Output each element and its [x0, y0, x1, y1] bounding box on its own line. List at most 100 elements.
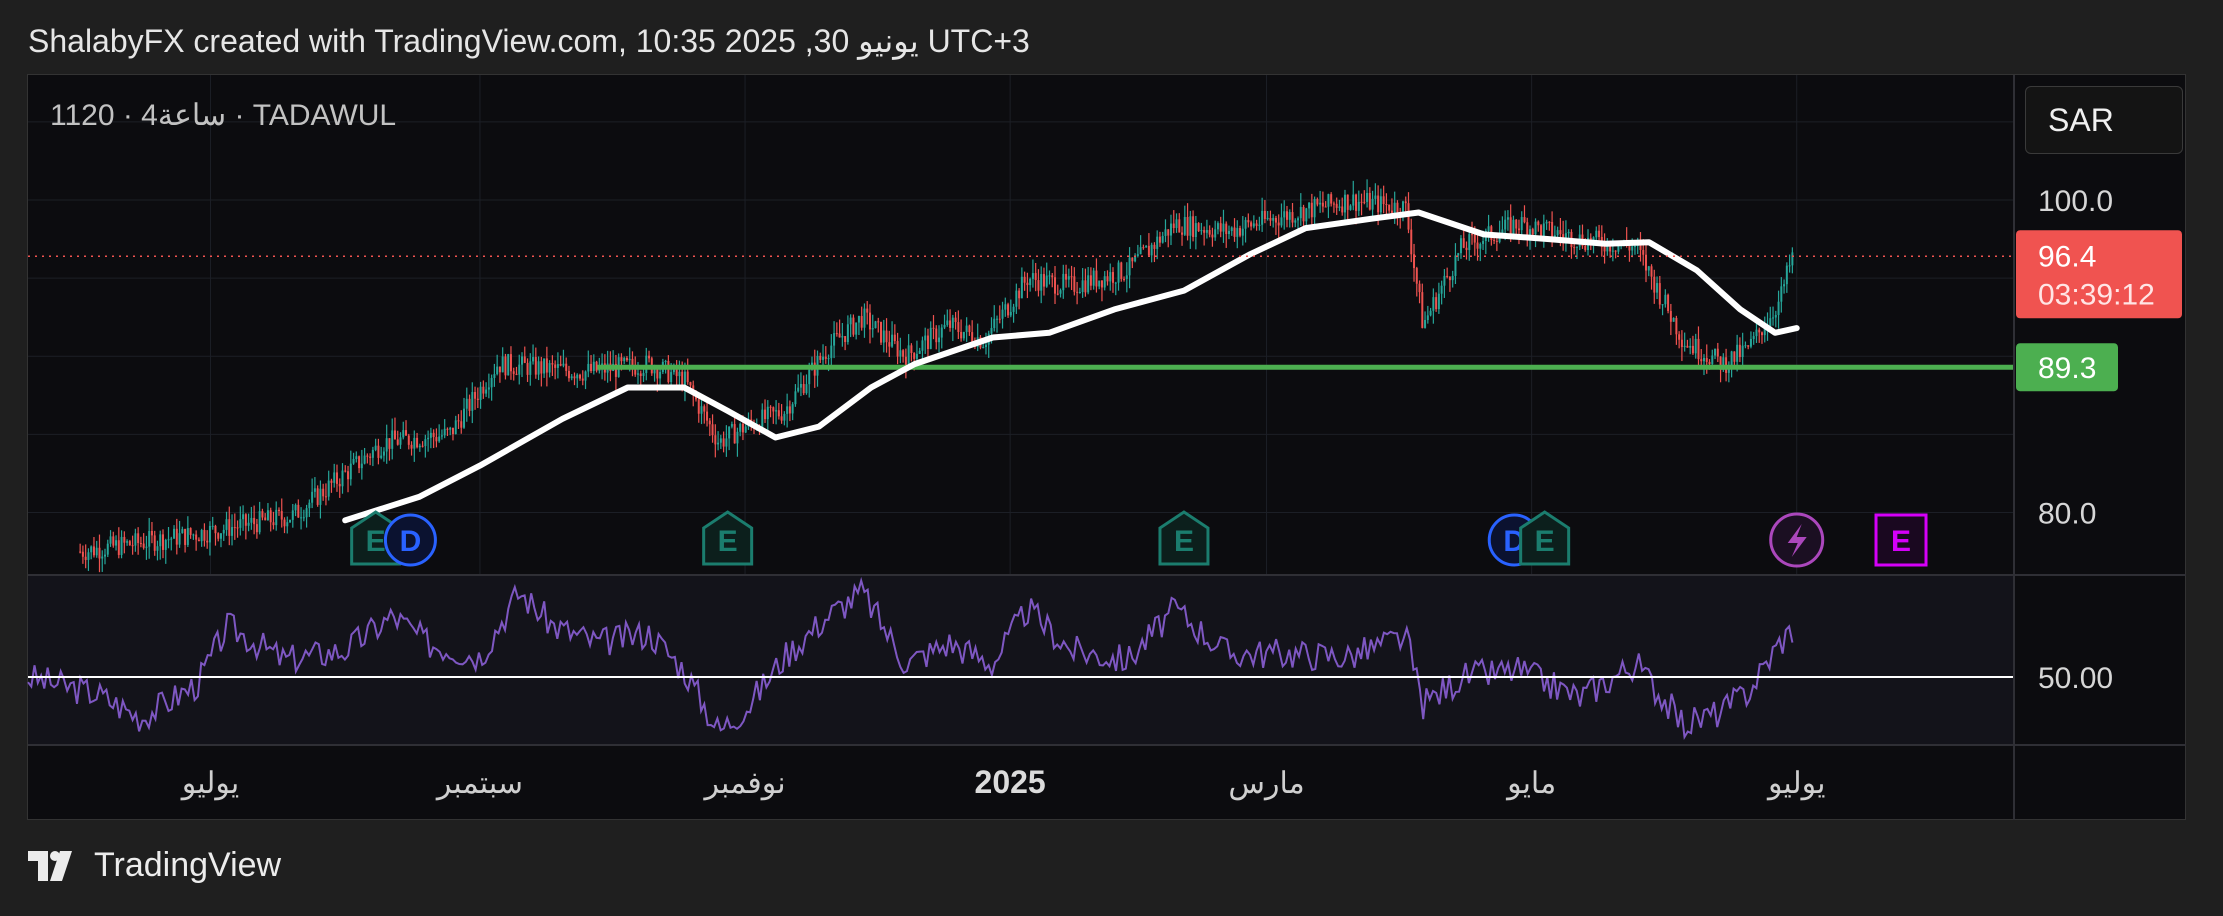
candle-body — [656, 368, 659, 379]
candle-body — [1178, 219, 1181, 233]
candle-body — [449, 427, 452, 430]
currency-selector[interactable]: SAR — [2025, 86, 2183, 154]
candle-body — [896, 341, 899, 357]
event-marker-d: D — [383, 513, 437, 567]
candle-body — [1261, 210, 1264, 225]
candle-body — [556, 364, 559, 368]
candle-body — [515, 373, 518, 375]
candle-body — [534, 357, 537, 375]
candle-body — [1708, 361, 1711, 365]
candle-body — [1214, 229, 1217, 238]
candle-body — [791, 404, 794, 414]
x-tick-label: 2025 — [975, 764, 1046, 800]
candle-body — [866, 308, 869, 313]
candle-body — [576, 374, 579, 379]
candle-body — [819, 355, 822, 360]
y-tick-label: 100.0 — [2038, 185, 2113, 218]
candle-body — [275, 509, 278, 526]
candle-body — [838, 333, 841, 338]
candle-body — [1316, 199, 1319, 205]
candle-body — [1426, 315, 1429, 321]
candle-body — [1233, 227, 1236, 237]
x-tick-label: يوليو — [180, 767, 240, 801]
candle-body — [1131, 257, 1134, 262]
candle-body — [1774, 315, 1777, 318]
candle-body — [1048, 275, 1051, 277]
candle-body — [1598, 230, 1601, 237]
candle-body — [1517, 228, 1520, 231]
candle-body — [1203, 230, 1206, 233]
candle-body — [893, 334, 896, 342]
candle-body — [570, 376, 573, 379]
candle-body — [1297, 218, 1300, 221]
candle-body — [1667, 294, 1670, 311]
candle-body — [1095, 270, 1098, 287]
candle-body — [579, 374, 582, 379]
candle-body — [1100, 280, 1103, 288]
candle-body — [1164, 229, 1167, 237]
candle-body — [1114, 282, 1117, 284]
candle-body — [1366, 192, 1369, 202]
candle-body — [824, 356, 827, 359]
candle-body — [1349, 205, 1352, 210]
candle-body — [523, 356, 526, 363]
candle-body — [1034, 273, 1037, 281]
candle-body — [139, 542, 142, 544]
candle-body — [1056, 293, 1059, 295]
candle-body — [1161, 236, 1164, 243]
candle-body — [1103, 276, 1106, 288]
candle-body — [206, 540, 209, 543]
candle-body — [1661, 304, 1664, 306]
candle-body — [1658, 283, 1661, 305]
candle-body — [1379, 196, 1382, 213]
candle-body — [706, 411, 709, 421]
candle-body — [1001, 309, 1004, 319]
candle-body — [1393, 202, 1396, 214]
candle-body — [120, 536, 123, 555]
candle-body — [219, 533, 222, 539]
candle-body — [1526, 222, 1529, 237]
candle-body — [1321, 202, 1324, 207]
candle-body — [382, 451, 385, 456]
candle-body — [1432, 297, 1435, 311]
candle-body — [161, 534, 164, 550]
candle-body — [1377, 195, 1380, 213]
candle-body — [170, 538, 173, 540]
candle-body — [918, 350, 921, 354]
candle-body — [197, 539, 200, 542]
candle-body — [1611, 250, 1614, 252]
candle-body — [844, 336, 847, 343]
candle-body — [891, 334, 894, 347]
candle-body — [1031, 273, 1034, 279]
chart-svg[interactable]: EDEEDEE 50.00 100.080.096.403:39:1289.3ي… — [0, 0, 2223, 916]
candle-body — [1037, 280, 1040, 291]
candle-body — [1145, 245, 1148, 248]
candle-body — [1509, 217, 1512, 235]
candle-body — [399, 437, 402, 445]
candle-body — [1440, 285, 1443, 294]
candle-body — [322, 488, 325, 497]
candle-body — [915, 353, 918, 359]
candle-body — [294, 504, 297, 511]
candle-body — [954, 317, 957, 323]
candle-body — [1540, 225, 1543, 237]
candle-body — [421, 445, 424, 447]
candle-body — [1250, 222, 1253, 227]
candle-body — [1531, 229, 1534, 235]
candle-body — [777, 410, 780, 417]
candle-body — [960, 331, 963, 339]
candle-body — [689, 382, 692, 386]
candle-body — [913, 353, 916, 359]
candle-body — [490, 377, 493, 388]
candle-body — [1054, 277, 1057, 294]
candle-body — [189, 528, 192, 535]
candle-body — [1537, 221, 1540, 226]
candle-body — [1368, 192, 1371, 210]
candle-body — [841, 336, 844, 338]
candle-body — [1106, 276, 1109, 282]
candle-body — [512, 371, 515, 374]
candle-body — [822, 356, 825, 360]
candle-body — [1556, 230, 1559, 236]
candle-body — [1241, 228, 1244, 236]
candle-body — [1741, 345, 1744, 358]
